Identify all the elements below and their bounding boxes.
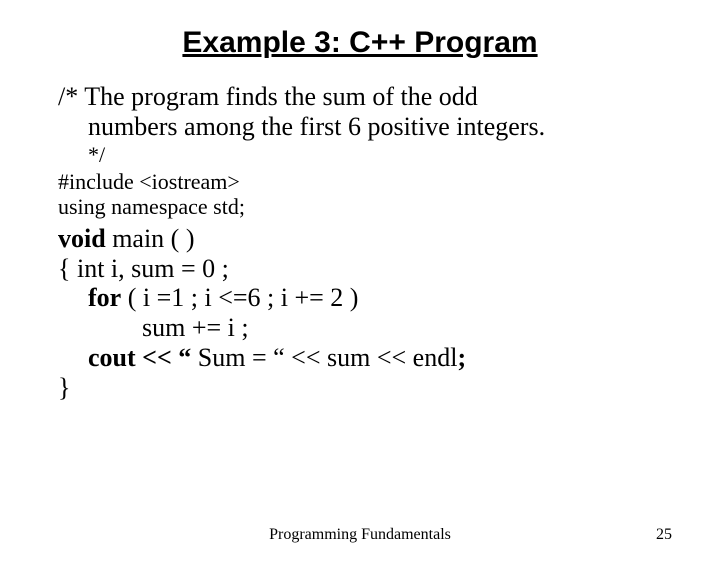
cout-bold-start: cout << “: [88, 343, 198, 372]
footer: Programming Fundamentals 25: [0, 526, 720, 544]
comment-start: /* The program: [58, 82, 226, 111]
cout-line: cout << “ Sum = “ << sum << endl;: [58, 343, 662, 373]
slide-body: /* The program finds the sum of the odd …: [0, 82, 720, 403]
comment-bold-1: finds the sum of the odd: [226, 82, 478, 111]
footer-page-number: 25: [656, 526, 672, 544]
using-line: using namespace std;: [58, 194, 662, 219]
comment-bold-2: numbers among the first 6 positive integ…: [88, 112, 545, 141]
void-keyword: void: [58, 224, 106, 253]
decl-line: { int i, sum = 0 ;: [58, 254, 662, 284]
for-keyword: for: [88, 283, 121, 312]
main-signature: void main ( ): [58, 224, 662, 254]
decl-rest: int i, sum = 0 ;: [77, 254, 229, 283]
comment-line-2: numbers among the first 6 positive integ…: [58, 112, 662, 142]
for-line: for ( i =1 ; i <=6 ; i += 2 ): [58, 283, 662, 313]
brace-close: }: [58, 373, 662, 403]
main-rest: main ( ): [106, 224, 195, 253]
sum-line: sum += i ;: [58, 313, 662, 343]
for-rest: ( i =1 ; i <=6 ; i += 2 ): [121, 283, 358, 312]
cout-mid: Sum = “ << sum << endl: [198, 343, 458, 372]
include-line: #include <iostream>: [58, 169, 662, 194]
comment-close: */: [58, 142, 662, 167]
slide-title: Example 3: C++ Program: [0, 26, 720, 60]
cout-semicolon: ;: [457, 343, 466, 372]
brace-open: {: [58, 254, 77, 283]
footer-center: Programming Fundamentals: [0, 526, 720, 544]
comment-line-1: /* The program finds the sum of the odd: [58, 82, 662, 112]
